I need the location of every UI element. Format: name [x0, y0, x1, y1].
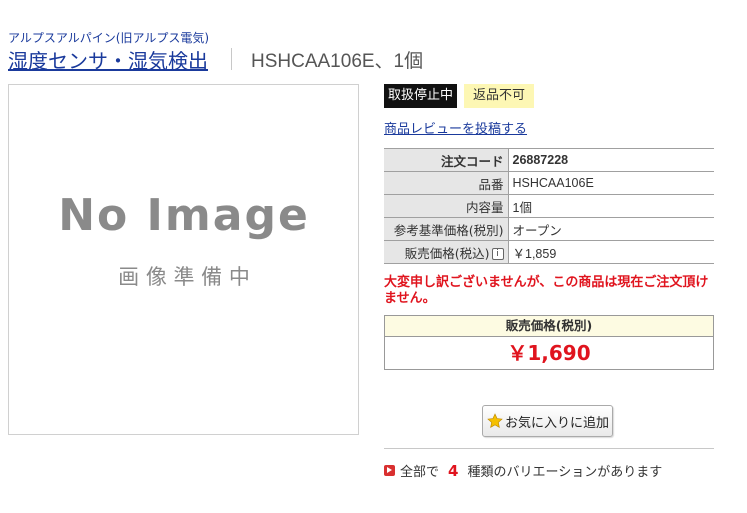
product-category-link[interactable]: 湿度センサ・湿気検出	[8, 45, 208, 74]
table-row: 内容量 1個	[384, 194, 714, 218]
status-badges: 取扱停止中 返品不可	[384, 84, 535, 108]
variation-count: 4	[448, 461, 459, 480]
spec-value: ￥1,859	[508, 240, 714, 264]
product-image: No Image 画 像 準 備 中	[8, 84, 359, 435]
add-to-favorites-button[interactable]: お気に入りに追加	[482, 405, 613, 437]
post-review-link[interactable]: 商品レビューを投稿する	[384, 118, 527, 137]
title-divider	[231, 48, 232, 70]
info-icon[interactable]: i	[491, 248, 504, 260]
no-image-subtext: 画 像 準 備 中	[118, 265, 250, 289]
no-image-text: No Image	[58, 190, 310, 241]
divider	[384, 448, 714, 449]
spec-label-tax-included: 販売価格(税込) i	[384, 240, 509, 264]
spec-label: 内容量	[384, 194, 509, 218]
spec-label: 販売価格(税込)	[404, 245, 490, 261]
spec-table: 注文コード 26887228 品番 HSHCAA106E 内容量 1個 参考基準…	[384, 148, 714, 264]
table-row: 参考基準価格(税別) オープン	[384, 217, 714, 241]
unavailable-notice: 大変申し訳ございませんが、この商品は現在ご注文頂けません。	[384, 275, 709, 306]
price-label: 販売価格(税別)	[385, 316, 713, 337]
star-icon	[487, 413, 503, 428]
spec-value: HSHCAA106E	[508, 171, 714, 195]
table-row: 販売価格(税込) i ￥1,859	[384, 240, 714, 264]
spec-label: 品番	[384, 171, 509, 195]
title-row: 湿度センサ・湿気検出 HSHCAA106E、1個	[8, 44, 423, 74]
spec-value: 1個	[508, 194, 714, 218]
badge-discontinued: 取扱停止中	[384, 84, 458, 108]
spec-label: 注文コード	[384, 148, 509, 172]
no-image-icon: No Image 画 像 準 備 中	[58, 190, 310, 289]
price-value: ￥1,690	[507, 341, 591, 365]
model-title: HSHCAA106E、1個	[251, 50, 424, 72]
price-box: 販売価格(税別) ￥1,690	[384, 315, 714, 370]
arrow-right-icon	[384, 465, 395, 476]
spec-value: オープン	[508, 217, 714, 241]
spec-label: 参考基準価格(税別)	[384, 217, 509, 241]
variation-prefix: 全部で	[400, 465, 440, 480]
spec-value: 26887228	[508, 148, 714, 172]
add-to-favorites-label: お気に入りに追加	[505, 415, 610, 431]
table-row: 品番 HSHCAA106E	[384, 171, 714, 195]
variation-suffix: 種類のバリエーションがあります	[467, 465, 663, 480]
table-row: 注文コード 26887228	[384, 148, 714, 172]
variation-link[interactable]: 全部で 4 種類のバリエーションがあります	[384, 461, 662, 480]
badge-non-returnable: 返品不可	[464, 84, 535, 108]
